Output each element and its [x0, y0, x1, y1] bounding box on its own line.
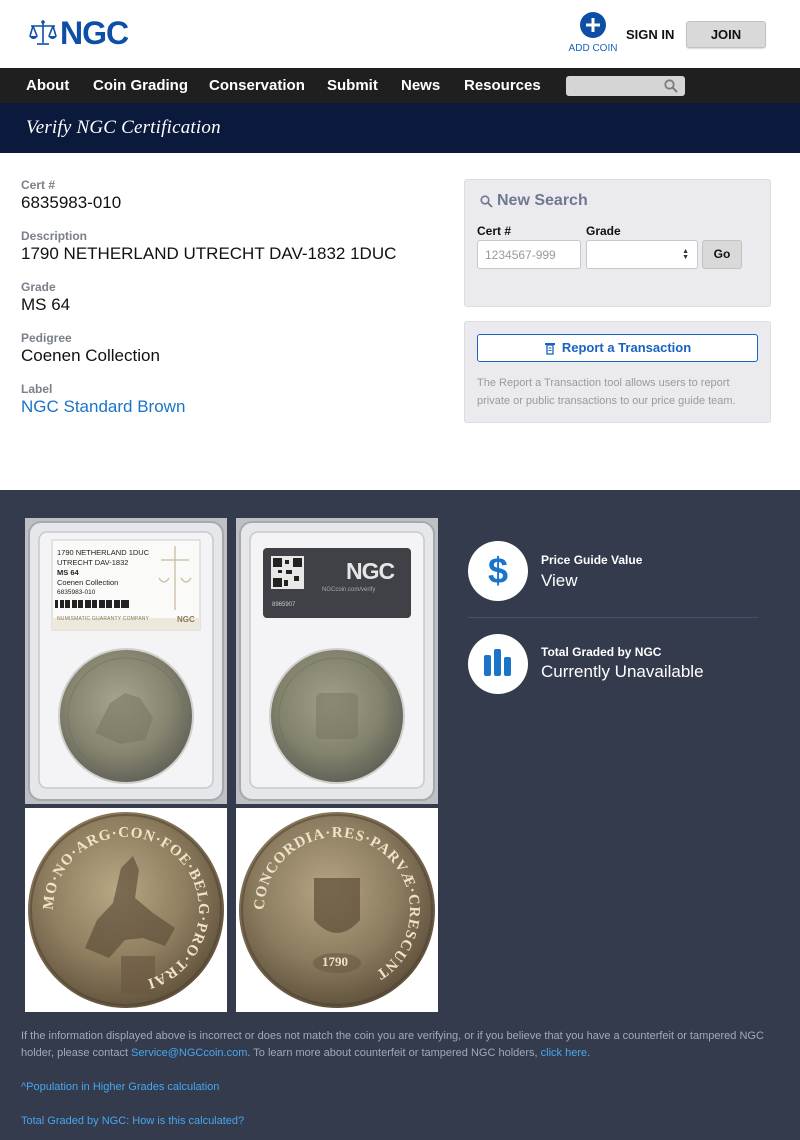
- main-nav: About Coin Grading Conservation Submit N…: [0, 68, 800, 103]
- dollar-icon: $: [488, 550, 508, 591]
- search-cert-label: Cert #: [477, 224, 512, 238]
- pedigree-value: Coenen Collection: [21, 346, 160, 365]
- document-icon: [544, 343, 555, 355]
- new-search-title: New Search: [497, 192, 588, 209]
- select-arrows-icon: ▲ ▼: [682, 248, 689, 261]
- price-guide-view-link[interactable]: View: [541, 571, 578, 591]
- label-value-link[interactable]: NGC Standard Brown: [21, 397, 185, 417]
- report-transaction-label: Report a Transaction: [561, 340, 692, 355]
- footer-disclaimer: If the information displayed above is in…: [21, 1028, 781, 1062]
- nav-item-coin-grading[interactable]: Coin Grading: [93, 68, 188, 103]
- slab-grade: MS 64: [57, 568, 79, 577]
- total-graded-label: Total Graded by NGC: [541, 645, 662, 659]
- cert-value: 6835983-010: [21, 193, 122, 212]
- slab-label-text: 1790 NETHERLAND 1DUC UTRECHT DAV-1832 MS…: [57, 548, 149, 598]
- go-button[interactable]: Go: [702, 240, 742, 269]
- nav-item-resources[interactable]: Resources: [464, 68, 541, 103]
- nav-item-news[interactable]: News: [401, 68, 440, 103]
- slab-footer-text: NUMISMATIC GUARANTY COMPANY: [57, 616, 150, 622]
- page-title-band: Verify NGC Certification: [0, 103, 800, 153]
- search-icon[interactable]: [664, 79, 678, 93]
- slab-line1: 1790 NETHERLAND 1DUC: [57, 548, 150, 557]
- svg-text:$: $: [488, 550, 508, 591]
- total-graded-icon-circle[interactable]: [468, 634, 528, 694]
- svg-text:MO·NO·ARG·CON·FOE·BELG·PRO·TRA: MO·NO·ARG·CON·FOE·BELG·PRO·TRAI: [41, 825, 211, 992]
- slab-cert: 6835983-010: [57, 589, 96, 596]
- pedigree-label: Pedigree: [21, 331, 72, 345]
- total-graded-calculation-link[interactable]: Total Graded by NGC: How is this calcula…: [21, 1115, 244, 1127]
- page-title: Verify NGC Certification: [26, 117, 221, 138]
- scales-of-justice-icon: [29, 20, 57, 45]
- click-here-link[interactable]: click here: [541, 1047, 587, 1059]
- footer-text-3: .: [587, 1047, 591, 1059]
- nav-item-submit[interactable]: Submit: [327, 68, 378, 103]
- site-header: NGC ADD COIN SIGN IN JOIN: [0, 0, 800, 68]
- slab-line2: UTRECHT DAV-1832: [57, 558, 129, 567]
- coin-reverse-image[interactable]: CONCORDIA·RES·PARVÆ·CRESCUNT 1790: [236, 808, 438, 1012]
- total-graded-value: Currently Unavailable: [541, 662, 704, 681]
- search-grade-label: Grade: [586, 224, 621, 238]
- logo-text: NGC: [60, 15, 129, 51]
- magnifier-icon: [480, 195, 493, 208]
- join-button[interactable]: JOIN: [686, 21, 766, 48]
- report-description: The Report a Transaction tool allows use…: [477, 377, 736, 407]
- add-coin-label: ADD COIN: [568, 43, 618, 54]
- coin-obverse-image[interactable]: MO·NO·ARG·CON·FOE·BELG·PRO·TRAI: [25, 808, 227, 1012]
- bar-chart-icon: [484, 649, 511, 676]
- label-label: Label: [21, 382, 53, 396]
- stats-divider: [468, 617, 758, 618]
- plus-circle-icon: [580, 12, 606, 38]
- population-calculation-link[interactable]: ^Population in Higher Grades calculation: [21, 1081, 219, 1093]
- service-email-link[interactable]: Service@NGCcoin.com: [131, 1047, 247, 1059]
- description-value: 1790 NETHERLAND UTRECHT DAV-1832 1DUC: [21, 244, 397, 263]
- nav-item-about[interactable]: About: [26, 68, 69, 103]
- slab-back-image[interactable]: NGC NGCcoin.com/verify 8965907: [236, 518, 438, 804]
- slab-front-image[interactable]: 1790 NETHERLAND 1DUC UTRECHT DAV-1832 MS…: [25, 518, 227, 804]
- obverse-legend: MO·NO·ARG·CON·FOE·BELG·PRO·TRAI: [41, 825, 210, 992]
- slab-ngc-mark: NGC: [177, 615, 195, 624]
- price-guide-label: Price Guide Value: [541, 553, 643, 567]
- nav-item-conservation[interactable]: Conservation: [209, 68, 305, 103]
- slab-back-url: NGCcoin.com/verify: [322, 587, 376, 593]
- slab-back-number: 8965907: [272, 602, 296, 608]
- cert-label: Cert #: [21, 178, 56, 192]
- slab-back-ngc-logo: NGC: [346, 558, 395, 584]
- grade-value: MS 64: [21, 295, 71, 314]
- report-transaction-button[interactable]: Report a Transaction: [477, 334, 758, 362]
- footer-text-2: . To learn more about counterfeit or tam…: [247, 1047, 541, 1059]
- ngc-logo[interactable]: NGC: [28, 15, 129, 51]
- description-label: Description: [21, 229, 88, 243]
- add-coin-button[interactable]: ADD COIN: [568, 12, 618, 54]
- grade-label: Grade: [21, 280, 56, 294]
- grade-select[interactable]: ▲ ▼: [586, 240, 698, 269]
- slab-pedigree: Coenen Collection: [57, 578, 119, 587]
- sign-in-link[interactable]: SIGN IN: [626, 27, 674, 42]
- price-guide-icon-circle[interactable]: $: [468, 541, 528, 601]
- cert-search-input[interactable]: [477, 240, 581, 269]
- reverse-date: 1790: [322, 954, 348, 969]
